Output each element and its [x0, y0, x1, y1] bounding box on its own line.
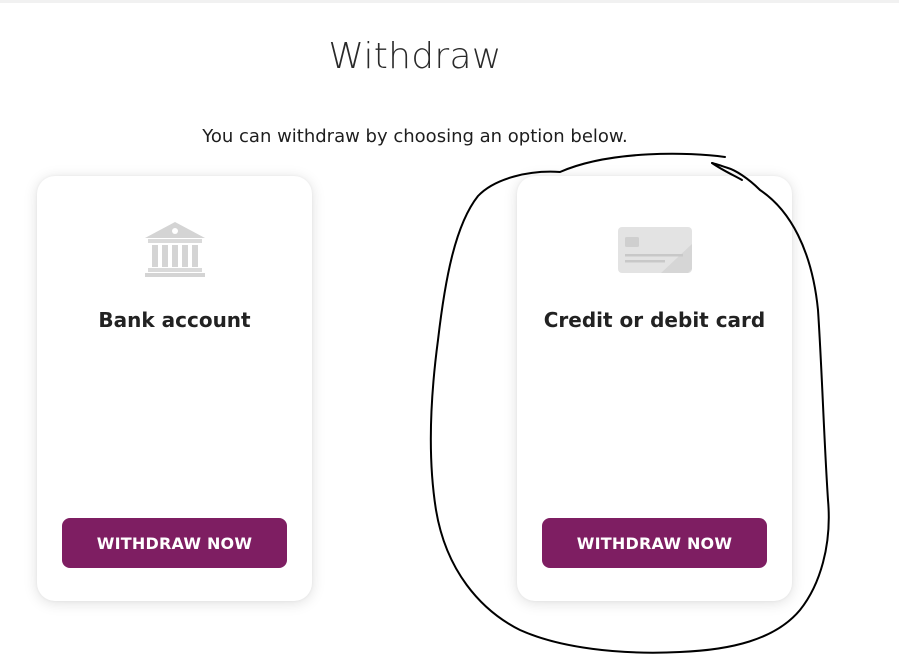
bank-withdraw-now-button[interactable]: WITHDRAW NOW [62, 518, 287, 568]
card-withdraw-now-button[interactable]: WITHDRAW NOW [542, 518, 767, 568]
top-divider [0, 0, 899, 3]
bank-account-card[interactable]: Bank account WITHDRAW NOW [37, 176, 312, 601]
credit-debit-card-card[interactable]: Credit or debit card WITHDRAW NOW [517, 176, 792, 601]
withdraw-page: Withdraw You can withdraw by choosing an… [0, 0, 899, 660]
credit-card-icon [517, 220, 792, 280]
bank-account-label: Bank account [98, 308, 251, 332]
page-title: Withdraw [328, 36, 502, 77]
credit-debit-card-label: Credit or debit card [543, 308, 766, 332]
bank-icon [37, 220, 312, 280]
page-subtitle: You can withdraw by choosing an option b… [202, 126, 628, 147]
